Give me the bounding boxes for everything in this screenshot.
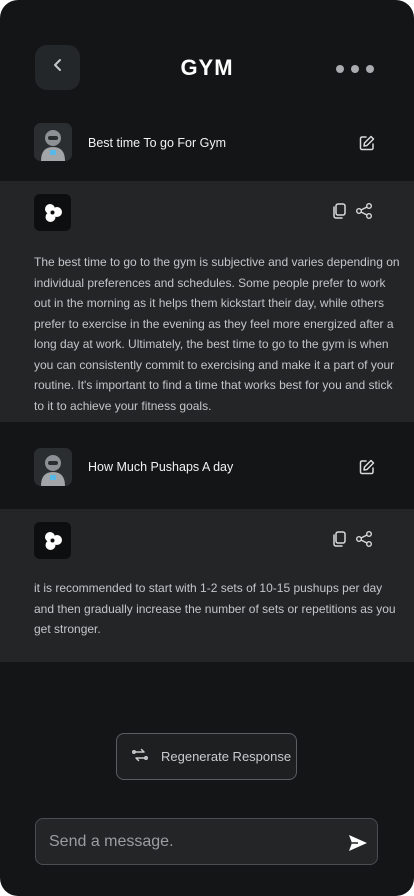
regenerate-response-button[interactable]: Regenerate Response xyxy=(116,733,297,780)
send-icon[interactable] xyxy=(347,832,369,854)
assistant-logo-icon xyxy=(34,522,71,559)
chat-screen: GYM Best time To go For Gym The best tim… xyxy=(0,0,414,896)
message-composer xyxy=(35,818,378,865)
assistant-message: The best time to go to the gym is subjec… xyxy=(0,181,414,422)
assistant-logo-icon xyxy=(34,194,71,231)
assistant-message: it is recommended to start with 1-2 sets… xyxy=(0,509,414,662)
refresh-icon xyxy=(131,746,149,767)
answer-text: it is recommended to start with 1-2 sets… xyxy=(34,581,396,636)
user-avatar xyxy=(34,448,72,486)
edit-icon[interactable] xyxy=(358,134,376,152)
question-text: How Much Pushaps A day xyxy=(88,460,234,474)
message-input[interactable] xyxy=(49,819,339,864)
more-dot xyxy=(336,65,344,73)
user-message: How Much Pushaps A day xyxy=(0,428,414,505)
regenerate-label: Regenerate Response xyxy=(161,749,292,764)
more-dot xyxy=(366,65,374,73)
more-dot xyxy=(351,65,359,73)
more-options-button[interactable] xyxy=(333,50,377,88)
answer-text: The best time to go to the gym is subjec… xyxy=(34,255,400,413)
user-message: Best time To go For Gym xyxy=(0,104,414,181)
share-icon[interactable] xyxy=(355,202,373,220)
edit-icon[interactable] xyxy=(358,458,376,476)
copy-icon[interactable] xyxy=(330,530,348,548)
copy-icon[interactable] xyxy=(330,202,348,220)
share-icon[interactable] xyxy=(355,530,373,548)
question-text: Best time To go For Gym xyxy=(88,136,227,150)
user-avatar xyxy=(34,123,72,161)
